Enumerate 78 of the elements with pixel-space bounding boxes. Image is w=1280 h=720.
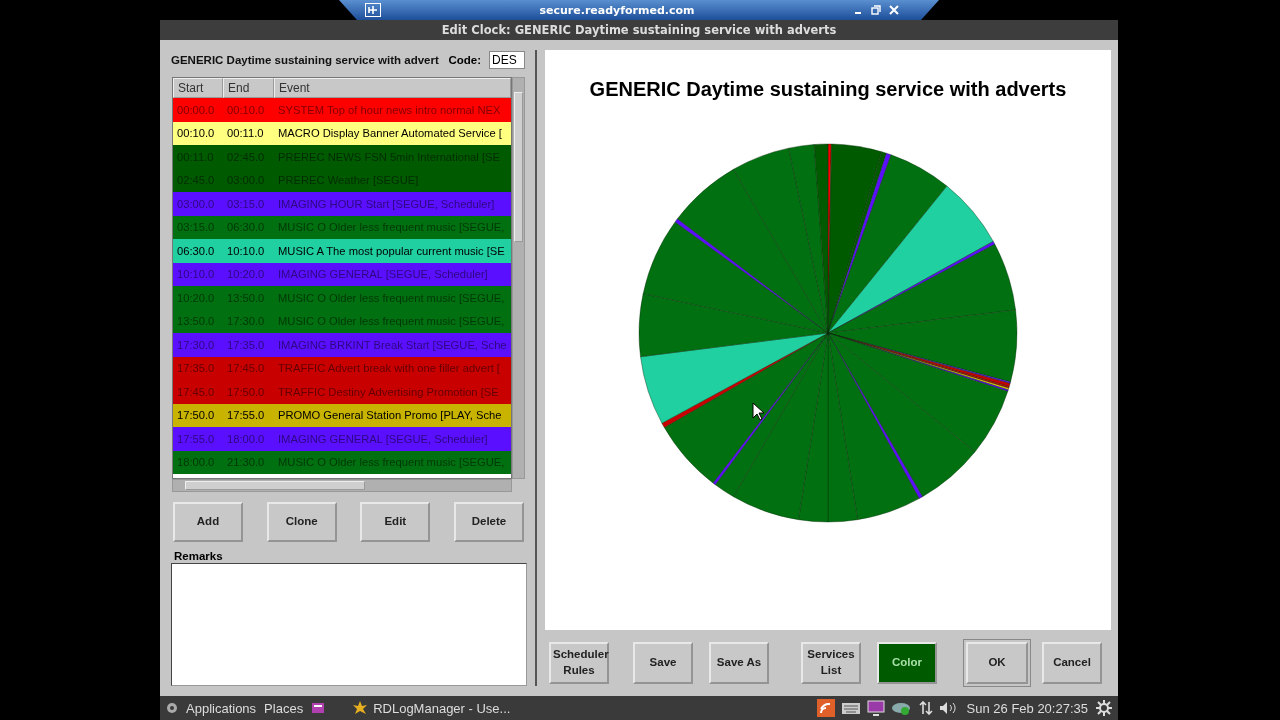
event-name: MUSIC A The most popular current music [SE [277, 244, 506, 257]
remote-host-title: secure.readyformed.com [538, 3, 696, 17]
start-time: 00:00.0 [176, 103, 216, 116]
end-time: 00:10.0 [226, 103, 266, 116]
end-time: 17:45.0 [226, 362, 266, 375]
dialog-button[interactable]: Services List [801, 642, 861, 684]
list-action-button[interactable]: Clone [266, 502, 337, 542]
column-header[interactable]: Event [274, 78, 511, 98]
dialog-button[interactable]: OK [966, 642, 1028, 684]
start-time: 17:35.0 [176, 362, 216, 375]
dialog-button[interactable]: Scheduler Rules [549, 642, 609, 684]
event-name: IMAGING BRKINT Break Start [SEGUE, Sche [277, 338, 508, 351]
event-name: IMAGING GENERAL [SEGUE, Scheduler] [277, 268, 489, 281]
vertical-scrollbar[interactable] [512, 77, 525, 479]
event-name: IMAGING GENERAL [SEGUE, Scheduler] [277, 432, 489, 445]
end-time: 03:15.0 [226, 197, 266, 210]
list-action-button[interactable]: Add [173, 502, 243, 542]
chart-title: GENERIC Daytime sustaining service with adverts [589, 78, 1067, 101]
remarks-field[interactable] [171, 563, 527, 686]
end-time: 18:00.0 [226, 432, 266, 445]
event-name: SYSTEM Top of hour news intro normal NEX [277, 103, 502, 116]
event-name: PROMO General Station Promo [PLAY, Sche [277, 409, 503, 422]
start-time: 13:50.0 [176, 315, 216, 328]
taskbar-menu[interactable]: Places [264, 700, 304, 716]
taskbar-task[interactable]: RDLogManager - Use... [373, 700, 511, 716]
event-row[interactable]: 00:10.0 00:11.0 MACRO Display Banner Automated Service [ [173, 121, 511, 145]
clock-name-label: GENERIC Daytime sustaining service with advert [171, 54, 439, 66]
volume-icon[interactable] [938, 701, 959, 715]
start-time: 03:00.0 [176, 197, 216, 210]
event-name: TRAFFIC Destiny Advertising Promotion [SE [277, 385, 500, 398]
start-time: 03:15.0 [176, 221, 216, 234]
event-name: TRAFFIC Advert break with one filler advert [ [277, 362, 501, 375]
window-list-icon[interactable] [311, 702, 326, 714]
start-time: 00:10.0 [176, 127, 216, 140]
cursor-icon [752, 402, 764, 421]
start-time: 17:50.0 [176, 409, 216, 422]
code-label: Code: [448, 54, 481, 66]
dialog-button[interactable]: Save [633, 642, 693, 684]
taskbar-clock[interactable]: Sun 26 Feb 20:27:35 [966, 700, 1088, 716]
end-time: 06:30.0 [226, 221, 266, 234]
end-time: 00:11.0 [226, 127, 265, 140]
end-time: 13:50.0 [226, 291, 266, 304]
event-row[interactable]: 06:30.0 10:10.0 MUSIC A The most popular current music [SE [173, 239, 511, 263]
column-header[interactable]: Start [173, 78, 223, 98]
end-time: 10:20.0 [226, 268, 266, 281]
column-header[interactable]: End [223, 78, 274, 98]
end-time: 17:55.0 [226, 409, 266, 422]
close-icon[interactable] [889, 5, 899, 15]
remarks-label: Remarks [174, 550, 223, 562]
start-time: 17:30.0 [176, 338, 216, 351]
restore-icon[interactable] [871, 5, 881, 15]
start-time: 17:55.0 [176, 432, 216, 445]
event-row[interactable]: 17:50.0 17:55.0 PROMO General Station Promo [PLAY, Sche [173, 403, 511, 427]
event-name: MACRO Display Banner Automated Service [ [277, 127, 503, 140]
taskbar-menu[interactable]: Applications [186, 700, 257, 716]
list-action-button[interactable]: Edit [360, 502, 431, 542]
end-time: 10:10.0 [226, 244, 266, 257]
code-field[interactable]: DES [489, 51, 525, 69]
start-time: 10:10.0 [176, 268, 216, 281]
end-time: 17:50.0 [226, 385, 266, 398]
dialog-button[interactable]: Cancel [1042, 642, 1102, 684]
monitor-icon[interactable] [866, 700, 885, 716]
end-time: 17:30.0 [226, 315, 266, 328]
settings-icon[interactable] [1096, 700, 1112, 716]
network-icon[interactable] [918, 701, 933, 715]
window-title: Edit Clock: GENERIC Daytime sustaining service with adverts [441, 23, 837, 37]
cloud-check-icon[interactable] [890, 700, 913, 716]
start-time: 17:45.0 [176, 385, 216, 398]
star-burst-icon[interactable] [353, 701, 368, 715]
dialog-button[interactable]: Color [877, 642, 937, 684]
end-time: 17:35.0 [226, 338, 266, 351]
horizontal-scrollbar[interactable] [172, 479, 512, 492]
dialog-button[interactable]: Save As [709, 642, 769, 684]
list-action-button[interactable]: Delete [453, 502, 524, 542]
start-time: 06:30.0 [176, 244, 216, 257]
keyboard-icon[interactable] [840, 701, 861, 715]
end-time: 21:30.0 [226, 456, 266, 469]
event-name: IMAGING HOUR Start [SEGUE, Scheduler] [277, 197, 496, 210]
